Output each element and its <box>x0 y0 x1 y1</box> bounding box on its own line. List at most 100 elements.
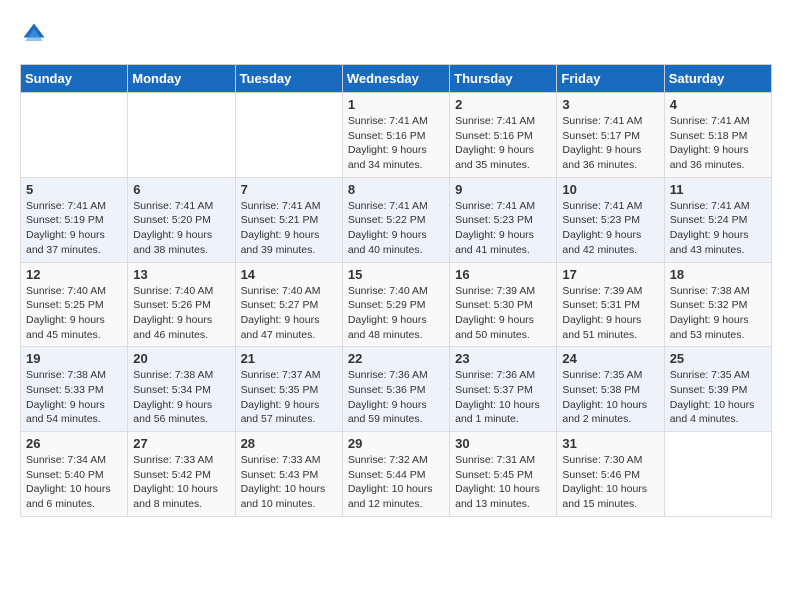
day-number: 25 <box>670 351 766 366</box>
cell-info: Sunrise: 7:35 AMSunset: 5:38 PMDaylight:… <box>562 368 658 427</box>
cell-info: Sunrise: 7:41 AMSunset: 5:23 PMDaylight:… <box>562 199 658 258</box>
cell-info: Sunrise: 7:41 AMSunset: 5:20 PMDaylight:… <box>133 199 229 258</box>
day-number: 1 <box>348 97 444 112</box>
cell-info: Sunrise: 7:40 AMSunset: 5:27 PMDaylight:… <box>241 284 337 343</box>
day-number: 17 <box>562 267 658 282</box>
cell-info: Sunrise: 7:41 AMSunset: 5:21 PMDaylight:… <box>241 199 337 258</box>
day-number: 19 <box>26 351 122 366</box>
calendar-cell: 18 Sunrise: 7:38 AMSunset: 5:32 PMDayligh… <box>664 262 771 347</box>
calendar-cell: 2 Sunrise: 7:41 AMSunset: 5:16 PMDaylight… <box>450 93 557 178</box>
calendar-cell: 14 Sunrise: 7:40 AMSunset: 5:27 PMDayligh… <box>235 262 342 347</box>
column-header-monday: Monday <box>128 65 235 93</box>
column-header-saturday: Saturday <box>664 65 771 93</box>
day-number: 3 <box>562 97 658 112</box>
calendar-cell: 6 Sunrise: 7:41 AMSunset: 5:20 PMDaylight… <box>128 177 235 262</box>
calendar-cell: 15 Sunrise: 7:40 AMSunset: 5:29 PMDayligh… <box>342 262 449 347</box>
day-number: 11 <box>670 182 766 197</box>
day-number: 22 <box>348 351 444 366</box>
cell-info: Sunrise: 7:41 AMSunset: 5:24 PMDaylight:… <box>670 199 766 258</box>
cell-info: Sunrise: 7:41 AMSunset: 5:23 PMDaylight:… <box>455 199 551 258</box>
calendar-cell: 17Sunrise: 7:39 AMSunset: 5:31 PMDayligh… <box>557 262 664 347</box>
cell-info: Sunrise: 7:41 AMSunset: 5:16 PMDaylight:… <box>348 114 444 173</box>
calendar-cell: 11 Sunrise: 7:41 AMSunset: 5:24 PMDayligh… <box>664 177 771 262</box>
cell-info: Sunrise: 7:35 AMSunset: 5:39 PMDaylight:… <box>670 368 766 427</box>
day-number: 28 <box>241 436 337 451</box>
calendar-cell: 10Sunrise: 7:41 AMSunset: 5:23 PMDayligh… <box>557 177 664 262</box>
cell-info: Sunrise: 7:40 AMSunset: 5:29 PMDaylight:… <box>348 284 444 343</box>
column-header-thursday: Thursday <box>450 65 557 93</box>
cell-info: Sunrise: 7:30 AMSunset: 5:46 PMDaylight:… <box>562 453 658 512</box>
cell-info: Sunrise: 7:41 AMSunset: 5:16 PMDaylight:… <box>455 114 551 173</box>
day-number: 27 <box>133 436 229 451</box>
week-row: 12 Sunrise: 7:40 AMSunset: 5:25 PMDayligh… <box>21 262 772 347</box>
cell-info: Sunrise: 7:41 AMSunset: 5:19 PMDaylight:… <box>26 199 122 258</box>
day-number: 6 <box>133 182 229 197</box>
column-header-sunday: Sunday <box>21 65 128 93</box>
column-header-wednesday: Wednesday <box>342 65 449 93</box>
cell-info: Sunrise: 7:40 AMSunset: 5:26 PMDaylight:… <box>133 284 229 343</box>
calendar-cell: 1 Sunrise: 7:41 AMSunset: 5:16 PMDaylight… <box>342 93 449 178</box>
cell-info: Sunrise: 7:32 AMSunset: 5:44 PMDaylight:… <box>348 453 444 512</box>
day-number: 16 <box>455 267 551 282</box>
calendar-cell: 20Sunrise: 7:38 AMSunset: 5:34 PMDayligh… <box>128 347 235 432</box>
calendar-cell <box>235 93 342 178</box>
day-number: 23 <box>455 351 551 366</box>
week-row: 26 Sunrise: 7:34 AMSunset: 5:40 PMDayligh… <box>21 432 772 517</box>
calendar-cell: 31 Sunrise: 7:30 AMSunset: 5:46 PMDayligh… <box>557 432 664 517</box>
day-number: 2 <box>455 97 551 112</box>
calendar-cell: 21 Sunrise: 7:37 AMSunset: 5:35 PMDayligh… <box>235 347 342 432</box>
cell-info: Sunrise: 7:38 AMSunset: 5:32 PMDaylight:… <box>670 284 766 343</box>
calendar-cell: 9 Sunrise: 7:41 AMSunset: 5:23 PMDaylight… <box>450 177 557 262</box>
calendar-cell: 7Sunrise: 7:41 AMSunset: 5:21 PMDaylight… <box>235 177 342 262</box>
day-number: 15 <box>348 267 444 282</box>
cell-info: Sunrise: 7:41 AMSunset: 5:22 PMDaylight:… <box>348 199 444 258</box>
day-number: 4 <box>670 97 766 112</box>
calendar-cell: 16 Sunrise: 7:39 AMSunset: 5:30 PMDayligh… <box>450 262 557 347</box>
day-number: 30 <box>455 436 551 451</box>
cell-info: Sunrise: 7:38 AMSunset: 5:33 PMDaylight:… <box>26 368 122 427</box>
calendar-cell: 22Sunrise: 7:36 AMSunset: 5:36 PMDayligh… <box>342 347 449 432</box>
cell-info: Sunrise: 7:33 AMSunset: 5:43 PMDaylight:… <box>241 453 337 512</box>
day-number: 18 <box>670 267 766 282</box>
day-number: 14 <box>241 267 337 282</box>
cell-info: Sunrise: 7:36 AMSunset: 5:37 PMDaylight:… <box>455 368 551 427</box>
calendar-cell: 30Sunrise: 7:31 AMSunset: 5:45 PMDayligh… <box>450 432 557 517</box>
day-number: 29 <box>348 436 444 451</box>
calendar-cell <box>664 432 771 517</box>
day-number: 9 <box>455 182 551 197</box>
calendar-cell: 27Sunrise: 7:33 AMSunset: 5:42 PMDayligh… <box>128 432 235 517</box>
cell-info: Sunrise: 7:39 AMSunset: 5:30 PMDaylight:… <box>455 284 551 343</box>
day-number: 5 <box>26 182 122 197</box>
day-number: 21 <box>241 351 337 366</box>
calendar-cell: 29 Sunrise: 7:32 AMSunset: 5:44 PMDayligh… <box>342 432 449 517</box>
cell-info: Sunrise: 7:38 AMSunset: 5:34 PMDaylight:… <box>133 368 229 427</box>
day-number: 12 <box>26 267 122 282</box>
calendar-cell: 28 Sunrise: 7:33 AMSunset: 5:43 PMDayligh… <box>235 432 342 517</box>
cell-info: Sunrise: 7:41 AMSunset: 5:17 PMDaylight:… <box>562 114 658 173</box>
calendar-cell: 5 Sunrise: 7:41 AMSunset: 5:19 PMDaylight… <box>21 177 128 262</box>
calendar-cell: 12 Sunrise: 7:40 AMSunset: 5:25 PMDayligh… <box>21 262 128 347</box>
calendar-cell: 23 Sunrise: 7:36 AMSunset: 5:37 PMDayligh… <box>450 347 557 432</box>
column-header-friday: Friday <box>557 65 664 93</box>
day-number: 24 <box>562 351 658 366</box>
column-header-tuesday: Tuesday <box>235 65 342 93</box>
cell-info: Sunrise: 7:40 AMSunset: 5:25 PMDaylight:… <box>26 284 122 343</box>
calendar-cell: 13 Sunrise: 7:40 AMSunset: 5:26 PMDayligh… <box>128 262 235 347</box>
cell-info: Sunrise: 7:37 AMSunset: 5:35 PMDaylight:… <box>241 368 337 427</box>
day-number: 26 <box>26 436 122 451</box>
logo <box>20 20 52 48</box>
calendar-cell: 26 Sunrise: 7:34 AMSunset: 5:40 PMDayligh… <box>21 432 128 517</box>
calendar-cell: 3 Sunrise: 7:41 AMSunset: 5:17 PMDaylight… <box>557 93 664 178</box>
week-row: 19 Sunrise: 7:38 AMSunset: 5:33 PMDayligh… <box>21 347 772 432</box>
calendar-cell: 25 Sunrise: 7:35 AMSunset: 5:39 PMDayligh… <box>664 347 771 432</box>
calendar-cell <box>21 93 128 178</box>
week-row: 1 Sunrise: 7:41 AMSunset: 5:16 PMDaylight… <box>21 93 772 178</box>
cell-info: Sunrise: 7:41 AMSunset: 5:18 PMDaylight:… <box>670 114 766 173</box>
cell-info: Sunrise: 7:34 AMSunset: 5:40 PMDaylight:… <box>26 453 122 512</box>
calendar-cell: 19 Sunrise: 7:38 AMSunset: 5:33 PMDayligh… <box>21 347 128 432</box>
page-header <box>20 20 772 48</box>
calendar-cell: 8Sunrise: 7:41 AMSunset: 5:22 PMDaylight… <box>342 177 449 262</box>
day-number: 31 <box>562 436 658 451</box>
day-number: 13 <box>133 267 229 282</box>
week-row: 5 Sunrise: 7:41 AMSunset: 5:19 PMDaylight… <box>21 177 772 262</box>
